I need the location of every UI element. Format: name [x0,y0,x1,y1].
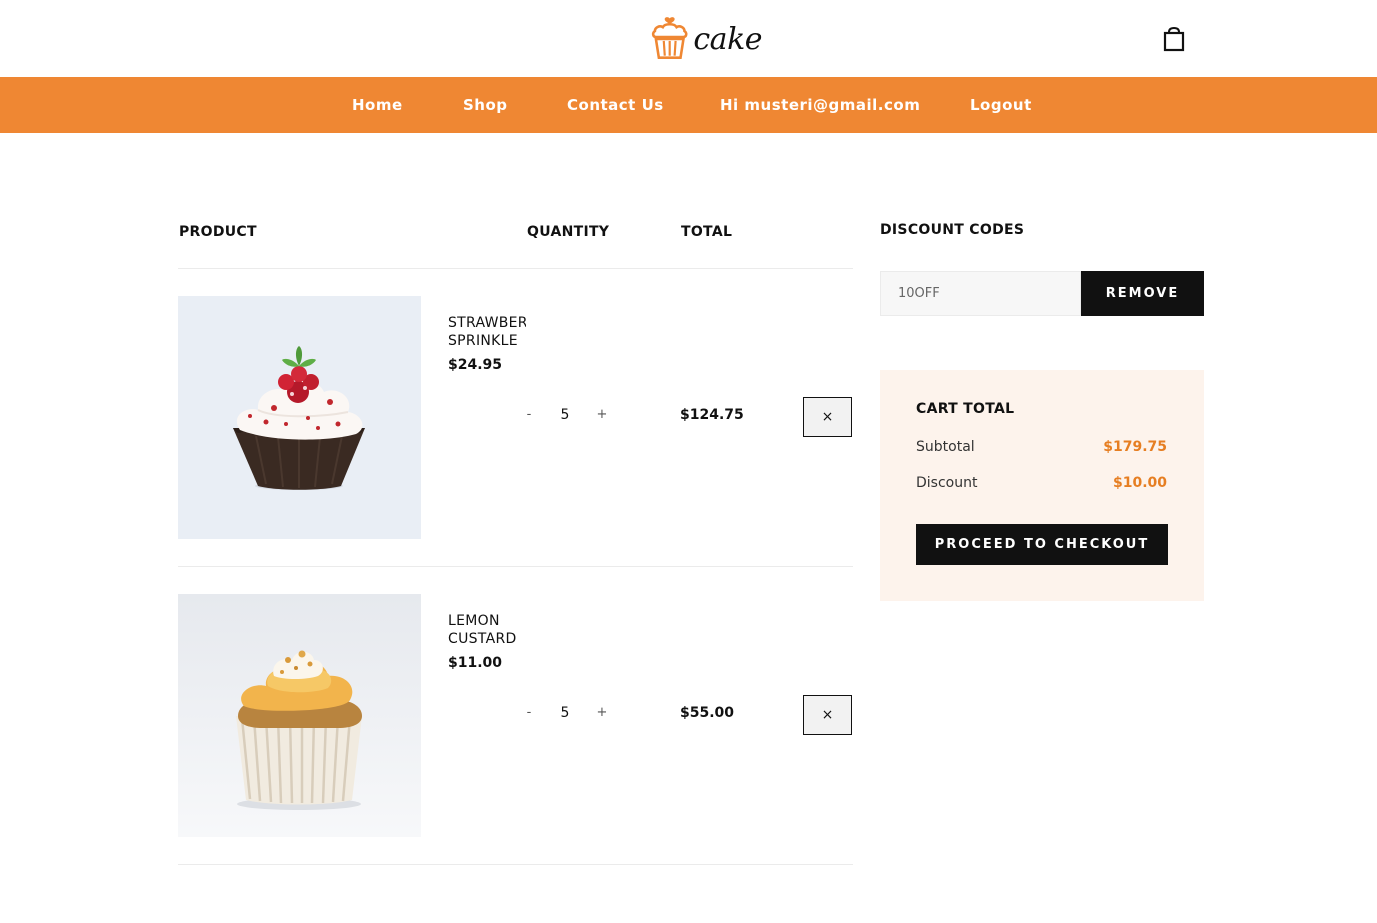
shopping-bag-icon[interactable] [1160,25,1188,53]
logo-text: cake [693,21,762,57]
col-header-total: TOTAL [681,224,733,240]
cart-total-panel: CART TOTAL Subtotal $179.75 Discount $10… [880,370,1204,601]
product-name[interactable]: LEMON CUSTARD [448,612,526,648]
discount-label: Discount [916,475,978,491]
quantity-decrease-button[interactable]: - [522,407,536,422]
nav-shop[interactable]: Shop [463,77,508,133]
table-divider [178,268,853,269]
site-logo[interactable]: cake [650,13,762,63]
cupcake-icon [651,17,688,59]
remove-discount-button[interactable]: REMOVE [1081,271,1204,316]
quantity-value[interactable]: 5 [555,705,575,721]
nav-user-greeting[interactable]: Hi musteri@gmail.com [720,77,920,133]
discount-codes-title: DISCOUNT CODES [880,222,1025,238]
quantity-increase-button[interactable]: + [595,407,609,422]
product-name-line2: SPRINKLE [448,333,518,349]
discount-value: $10.00 [1112,475,1167,491]
nav-home[interactable]: Home [352,77,403,133]
line-total: $124.75 [680,407,744,423]
quantity-value[interactable]: 5 [555,407,575,423]
line-total: $55.00 [680,705,735,721]
product-image-strawberry[interactable] [178,296,421,539]
proceed-to-checkout-button[interactable]: PROCEED TO CHECKOUT [916,524,1168,565]
nav-logout[interactable]: Logout [970,77,1032,133]
quantity-decrease-button[interactable]: - [522,705,536,720]
quantity-increase-button[interactable]: + [595,705,609,720]
col-header-product: PRODUCT [179,224,257,240]
col-header-quantity: QUANTITY [527,224,610,240]
discount-code-input[interactable] [880,271,1081,316]
table-divider [178,566,853,567]
site-header: cake [0,0,1377,77]
remove-item-button[interactable]: × [803,695,852,735]
product-price: $24.95 [448,357,503,373]
subtotal-label: Subtotal [916,439,975,455]
product-name-line1: LEMON [448,613,500,629]
product-name-line2: CUSTARD [448,631,517,647]
cart-total-title: CART TOTAL [916,401,1015,417]
remove-item-button[interactable]: × [803,397,852,437]
product-price: $11.00 [448,655,503,671]
product-image-lemon[interactable] [178,594,421,837]
main-nav: Home Shop Contact Us Hi musteri@gmail.co… [0,77,1377,133]
product-name-line1: STRAWBERRY [448,315,526,331]
subtotal-value: $179.75 [1103,439,1167,455]
product-name[interactable]: STRAWBERRY SPRINKLE [448,314,526,350]
nav-contact-us[interactable]: Contact Us [567,77,664,133]
table-divider [178,864,853,865]
